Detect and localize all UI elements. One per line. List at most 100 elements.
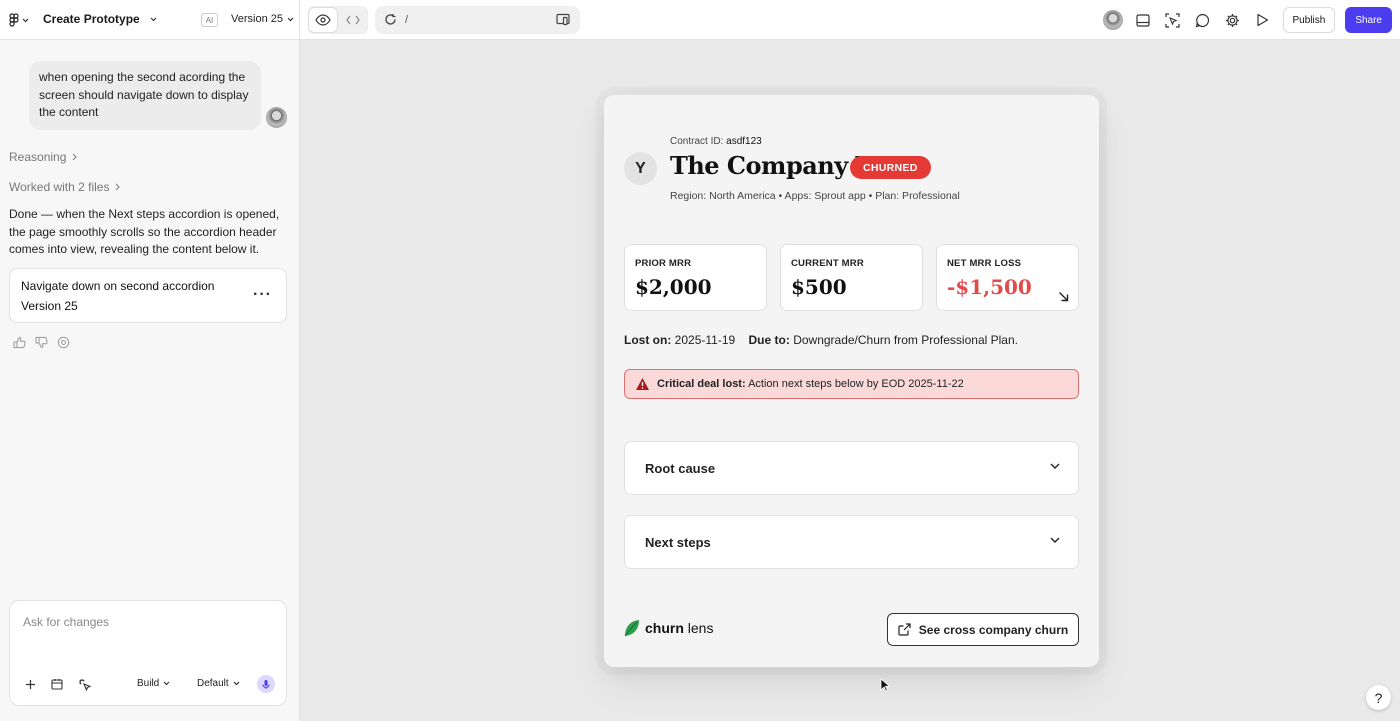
user-message: when opening the second acording the scr… [29, 61, 261, 130]
version-label: Version 25 [231, 13, 283, 25]
view-mode-toggle [308, 6, 368, 34]
brand-bold: churn [645, 620, 684, 636]
reasoning-toggle[interactable]: Reasoning [9, 150, 78, 164]
chevron-right-icon [116, 183, 121, 191]
brand-light: lens [687, 620, 714, 636]
comment-icon [1195, 13, 1210, 27]
contract-id: Contract ID: asdf123 [670, 136, 762, 147]
due-to-value: Downgrade/Churn from Professional Plan. [793, 333, 1018, 347]
cross-button-label: See cross company churn [918, 622, 1069, 637]
play-button[interactable] [1253, 10, 1273, 30]
user-avatar[interactable] [1102, 10, 1123, 30]
url-bar[interactable]: / [375, 6, 580, 34]
gear-icon [1226, 13, 1239, 27]
visual-edit-button[interactable] [76, 676, 92, 692]
critical-alert: Critical deal lost: Action next steps be… [624, 369, 1079, 399]
version-card[interactable]: Navigate down on second accordion Versio… [9, 268, 287, 323]
device-preview-icon[interactable] [556, 13, 570, 26]
alert-message: Action next steps below by EOD 2025-11-2… [748, 378, 964, 390]
metric-label: PRIOR MRR [635, 258, 692, 269]
leaf-logo-icon [624, 620, 639, 637]
reload-icon[interactable] [384, 13, 397, 26]
mode-dropdown[interactable]: Build [137, 678, 170, 689]
mode-label: Build [137, 678, 160, 689]
metric-net-mrr-loss: NET MRR LOSS -$1,500 [936, 244, 1079, 311]
code-icon [346, 15, 360, 25]
share-button[interactable]: Share [1345, 7, 1392, 33]
sparkle-cursor-icon [78, 678, 91, 691]
thumbs-up-icon[interactable] [13, 336, 26, 349]
alert-text: Critical deal lost: Action next steps be… [657, 378, 964, 390]
lost-on-value: 2025-11-19 [674, 333, 736, 347]
panel-layout-icon [1135, 13, 1150, 27]
arrow-down-right-icon [1059, 292, 1069, 302]
due-to-label: Due to: [748, 333, 790, 347]
code-mode-button[interactable] [339, 8, 367, 32]
chevron-down-icon [1050, 463, 1060, 469]
accordion-root-cause[interactable]: Root cause [624, 441, 1079, 495]
warning-icon [636, 378, 649, 390]
plus-icon [25, 679, 35, 689]
worked-files-toggle[interactable]: Worked with 2 files [9, 180, 121, 194]
churn-lens-logo: churn lens [624, 619, 713, 637]
lost-details: Lost on: 2025-11-19 Due to: Downgrade/Ch… [624, 333, 1018, 347]
inspect-button[interactable] [1163, 10, 1183, 30]
status-badge: CHURNED [850, 156, 931, 179]
ask-for-changes-input[interactable] [23, 615, 273, 655]
comments-button[interactable] [1193, 10, 1213, 30]
layout-button[interactable] [1133, 10, 1153, 30]
microphone-icon [262, 679, 270, 689]
worked-files-label: Worked with 2 files [9, 180, 110, 194]
eye-icon [315, 14, 331, 26]
top-bar-actions: Publish Share [1102, 7, 1392, 33]
churn-card: Contract ID: asdf123 Y The Company Y CHU… [604, 95, 1099, 667]
play-icon [1257, 13, 1269, 27]
help-button[interactable]: ? [1366, 685, 1391, 710]
contract-id-label: Contract ID: [670, 136, 724, 147]
thumbs-down-icon[interactable] [35, 336, 48, 349]
accordion-title: Next steps [645, 535, 711, 550]
assistant-response: Done — when the Next steps accordion is … [9, 207, 280, 256]
more-options-icon[interactable]: ··· [253, 286, 272, 304]
figma-logo-icon [9, 13, 19, 27]
metric-label: NET MRR LOSS [947, 258, 1022, 269]
model-dropdown[interactable]: Default [197, 678, 240, 689]
feedback-actions [13, 336, 70, 349]
url-path: / [405, 14, 409, 26]
accordion-title: Root cause [645, 461, 716, 476]
chat-composer: Build Default [9, 600, 287, 706]
chevron-down-icon [150, 17, 157, 21]
lost-on-label: Lost on: [624, 333, 672, 347]
contract-id-value: asdf123 [726, 136, 762, 147]
top-bar: Create Prototype AI Version 25 / Publish… [0, 0, 1400, 40]
version-card-title: Navigate down on second accordion [21, 279, 215, 293]
message-avatar [266, 107, 287, 128]
project-title: Create Prototype [43, 12, 140, 26]
external-link-icon [898, 623, 911, 636]
version-dropdown[interactable]: Version 25 [231, 13, 294, 25]
chevron-down-icon [22, 18, 29, 22]
project-title-dropdown[interactable]: Create Prototype [43, 12, 157, 26]
company-name: The Company Y [670, 151, 873, 180]
reasoning-label: Reasoning [9, 150, 67, 164]
chat-sidebar: when opening the second acording the scr… [0, 40, 300, 721]
chevron-right-icon [72, 153, 78, 161]
preview-canvas: Contract ID: asdf123 Y The Company Y CHU… [301, 41, 1400, 721]
add-attachment-button[interactable] [22, 676, 38, 692]
publish-button[interactable]: Publish [1282, 7, 1336, 33]
alert-bold-text: Critical deal lost: [657, 378, 746, 390]
chevron-down-icon [1050, 537, 1060, 543]
metric-value: -$1,500 [947, 275, 1032, 299]
chevron-down-icon [287, 17, 294, 21]
company-meta: Region: North America • Apps: Sprout app… [670, 190, 960, 202]
app-menu-button[interactable] [9, 12, 35, 28]
accordion-next-steps[interactable]: Next steps [624, 515, 1079, 569]
settings-button[interactable] [1223, 10, 1243, 30]
see-cross-company-churn-button[interactable]: See cross company churn [887, 613, 1079, 646]
metric-value: $2,000 [635, 275, 712, 299]
preview-mode-button[interactable] [309, 8, 337, 32]
voice-input-button[interactable] [257, 675, 275, 693]
metric-current-mrr: CURRENT MRR $500 [780, 244, 923, 311]
calendar-button[interactable] [49, 676, 65, 692]
restore-icon[interactable] [57, 336, 70, 349]
